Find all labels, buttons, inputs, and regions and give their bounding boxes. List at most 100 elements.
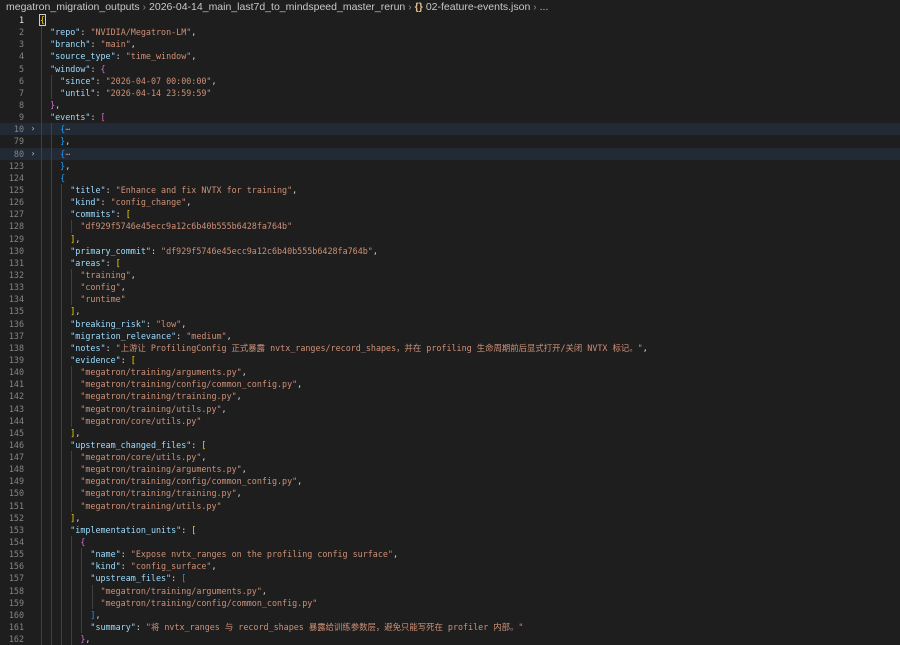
code-text[interactable]: "megatron/core/utils.py" xyxy=(40,415,201,427)
code-line[interactable]: 138 "notes": "上游让 ProfilingConfig 正式暴露 n… xyxy=(0,341,900,354)
code-text[interactable]: "kind": "config_surface", xyxy=(40,560,216,572)
code-line[interactable]: 4 "source_type": "time_window", xyxy=(0,50,900,63)
code-text[interactable]: "megatron/training/training.py", xyxy=(40,390,241,402)
code-line[interactable]: 158 "megatron/training/arguments.py", xyxy=(0,584,900,597)
code-line[interactable]: 8 }, xyxy=(0,98,900,112)
code-line[interactable]: 126 "kind": "config_change", xyxy=(0,196,900,209)
code-text[interactable]: "notes": "上游让 ProfilingConfig 正式暴露 nvtx_… xyxy=(40,342,647,354)
code-text[interactable]: }, xyxy=(40,135,70,147)
code-text[interactable]: "megatron/training/config/common_config.… xyxy=(40,378,302,390)
code-line[interactable]: 151 "megatron/training/utils.py" xyxy=(0,499,900,512)
code-text[interactable]: "megatron/training/training.py", xyxy=(40,487,241,499)
code-text[interactable]: "megatron/training/utils.py", xyxy=(40,403,226,415)
code-text[interactable]: "source_type": "time_window", xyxy=(40,50,196,62)
code-line[interactable]: 149 "megatron/training/config/common_con… xyxy=(0,475,900,488)
code-text[interactable]: "megatron/core/utils.py", xyxy=(40,451,206,463)
code-line[interactable]: 79 }, xyxy=(0,135,900,148)
code-line[interactable]: 156 "kind": "config_surface", xyxy=(0,560,900,573)
breadcrumb-item[interactable]: 2026-04-14_main_last7d_to_mindspeed_mast… xyxy=(149,1,405,13)
code-line[interactable]: 125 "title": "Enhance and fix NVTX for t… xyxy=(0,183,900,197)
breadcrumb-item[interactable]: megatron_migration_outputs xyxy=(6,1,140,13)
code-line[interactable]: 9 "events": [ xyxy=(0,111,900,124)
code-text[interactable]: ], xyxy=(40,427,80,439)
code-line[interactable]: 123 }, xyxy=(0,159,900,172)
code-line[interactable]: 127 "commits": [ xyxy=(0,208,900,221)
code-editor[interactable]: 1{2 "repo": "NVIDIA/Megatron-LM", 3 "bran… xyxy=(0,14,900,645)
code-text[interactable]: "evidence": [ xyxy=(40,354,136,366)
code-line[interactable]: 148 "megatron/training/arguments.py", xyxy=(0,463,900,476)
code-text[interactable]: { xyxy=(38,14,47,26)
code-line[interactable]: 150 "megatron/training/training.py", xyxy=(0,487,900,500)
code-line[interactable]: 5 "window": { xyxy=(0,62,900,75)
code-text[interactable]: ], xyxy=(40,512,80,524)
code-text[interactable]: ], xyxy=(40,609,100,621)
code-line[interactable]: 144 "megatron/core/utils.py" xyxy=(0,414,900,427)
code-line[interactable]: 7 "until": "2026-04-14 23:59:59" xyxy=(0,86,900,99)
code-text[interactable]: "runtime" xyxy=(40,293,125,305)
code-text[interactable]: "megatron/training/arguments.py", xyxy=(40,585,267,597)
code-line[interactable]: 154 { xyxy=(0,536,900,549)
code-text[interactable]: "commits": [ xyxy=(40,208,131,220)
code-text[interactable]: "summary": "将 nvtx_ranges 与 record_shape… xyxy=(40,621,523,633)
code-text[interactable]: }, xyxy=(40,99,60,111)
code-text[interactable]: "megatron/training/arguments.py", xyxy=(40,366,246,378)
code-line[interactable]: 143 "megatron/training/utils.py", xyxy=(0,402,900,415)
code-text[interactable]: "kind": "config_change", xyxy=(40,196,191,208)
code-text[interactable]: "training", xyxy=(40,269,135,281)
code-line[interactable]: 157 "upstream_files": [ xyxy=(0,572,900,585)
code-text[interactable]: "repo": "NVIDIA/Megatron-LM", xyxy=(40,26,196,38)
code-line[interactable]: 147 "megatron/core/utils.py", xyxy=(0,451,900,464)
code-line[interactable]: 146 "upstream_changed_files": [ xyxy=(0,438,900,452)
code-text[interactable]: "until": "2026-04-14 23:59:59" xyxy=(40,87,211,99)
breadcrumb-item[interactable]: ... xyxy=(540,1,549,13)
code-text[interactable]: { xyxy=(40,172,65,184)
code-line[interactable]: 153 "implementation_units": [ xyxy=(0,523,900,537)
code-text[interactable]: "migration_relevance": "medium", xyxy=(40,330,231,342)
code-text[interactable]: "megatron/training/utils.py" xyxy=(40,500,221,512)
code-line[interactable]: 152 ], xyxy=(0,511,900,524)
code-line[interactable]: 132 "training", xyxy=(0,268,900,282)
code-line[interactable]: 128 "df929f5746e45ecc9a12c6b40b555b6428f… xyxy=(0,220,900,233)
breadcrumb-item[interactable]: 02-feature-events.json xyxy=(426,1,530,13)
code-text[interactable]: "config", xyxy=(40,281,125,293)
code-text[interactable]: {⋯ xyxy=(40,148,70,160)
code-line[interactable]: 159 "megatron/training/config/common_con… xyxy=(0,596,900,609)
code-line[interactable]: 139 "evidence": [ xyxy=(0,353,900,367)
code-line[interactable]: 140 "megatron/training/arguments.py", xyxy=(0,366,900,379)
code-text[interactable]: "since": "2026-04-07 00:00:00", xyxy=(40,75,216,87)
code-line[interactable]: 3 "branch": "main", xyxy=(0,38,900,51)
code-line[interactable]: 160 ], xyxy=(0,608,900,622)
code-text[interactable]: "megatron/training/config/common_config.… xyxy=(40,597,318,609)
code-line[interactable]: 145 ], xyxy=(0,426,900,439)
code-text[interactable]: "window": { xyxy=(40,63,105,75)
code-line[interactable]: 124 { xyxy=(0,171,900,184)
code-text[interactable]: "name": "Expose nvtx_ranges on the profi… xyxy=(40,548,398,560)
code-line[interactable]: 162 }, xyxy=(0,633,900,645)
code-text[interactable]: "megatron/training/arguments.py", xyxy=(40,463,246,475)
code-text[interactable]: { xyxy=(40,536,85,548)
code-line[interactable]: 6 "since": "2026-04-07 00:00:00", xyxy=(0,74,900,87)
code-text[interactable]: "primary_commit": "df929f5746e45ecc9a12c… xyxy=(40,245,378,257)
code-text[interactable]: }, xyxy=(40,633,90,645)
code-text[interactable]: "implementation_units": [ xyxy=(40,524,196,536)
code-text[interactable]: ], xyxy=(40,305,80,317)
code-text[interactable]: "events": [ xyxy=(40,111,105,123)
code-text[interactable]: "df929f5746e45ecc9a12c6b40b555b6428fa764… xyxy=(40,220,292,232)
code-line[interactable]: 133 "config", xyxy=(0,281,900,294)
code-line[interactable]: 155 "name": "Expose nvtx_ranges on the p… xyxy=(0,548,900,561)
code-text[interactable]: "branch": "main", xyxy=(40,38,136,50)
code-text[interactable]: {⋯ xyxy=(40,123,70,135)
code-line[interactable]: 134 "runtime" xyxy=(0,293,900,306)
code-line[interactable]: 141 "megatron/training/config/common_con… xyxy=(0,378,900,391)
code-line[interactable]: 161 "summary": "将 nvtx_ranges 与 record_s… xyxy=(0,621,900,634)
code-text[interactable]: ], xyxy=(40,233,80,245)
code-line[interactable]: 131 "areas": [ xyxy=(0,256,900,269)
code-text[interactable]: }, xyxy=(40,160,70,172)
code-text[interactable]: "upstream_files": [ xyxy=(40,572,186,584)
code-line[interactable]: 142 "megatron/training/training.py", xyxy=(0,390,900,403)
code-line[interactable]: 130 "primary_commit": "df929f5746e45ecc9… xyxy=(0,244,900,257)
code-text[interactable]: "breaking_risk": "low", xyxy=(40,318,186,330)
code-line[interactable]: 10 › {⋯ xyxy=(0,123,900,136)
code-text[interactable]: "areas": [ xyxy=(40,257,120,269)
code-text[interactable]: "title": "Enhance and fix NVTX for train… xyxy=(40,184,297,196)
